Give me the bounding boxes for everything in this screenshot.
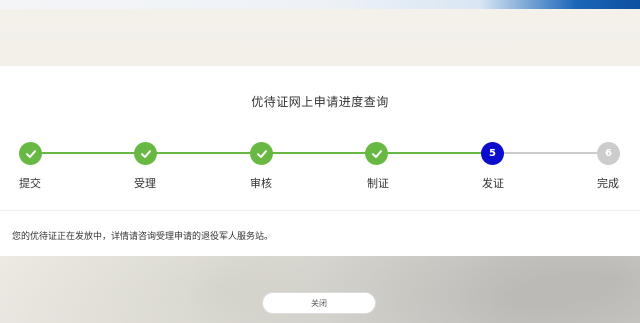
divider bbox=[0, 210, 640, 211]
step-connector bbox=[261, 152, 376, 154]
step-connector bbox=[30, 152, 146, 154]
step-node-submit bbox=[19, 142, 42, 165]
progress-panel: 优待证网上申请进度查询 5 6 提交 受理 审核 制证 发证 完成 您的优待证正… bbox=[0, 66, 640, 256]
step-label-issue: 发证 bbox=[482, 177, 504, 190]
step-node-produce bbox=[365, 142, 388, 165]
step-node-accept bbox=[134, 142, 157, 165]
check-icon bbox=[256, 149, 267, 158]
check-icon bbox=[140, 149, 151, 158]
check-icon bbox=[25, 149, 36, 158]
step-node-issue: 5 bbox=[481, 142, 504, 165]
step-node-review bbox=[250, 142, 273, 165]
step-connector bbox=[146, 152, 261, 154]
page-title: 优待证网上申请进度查询 bbox=[251, 95, 389, 109]
step-node-complete: 6 bbox=[597, 142, 620, 165]
step-label-produce: 制证 bbox=[367, 177, 389, 190]
step-connector bbox=[376, 152, 492, 154]
step-label-submit: 提交 bbox=[19, 177, 41, 190]
step-label-review: 审核 bbox=[250, 177, 272, 190]
top-banner bbox=[0, 0, 640, 9]
status-message: 您的优待证正在发放中，详情请咨询受理申请的退役军人服务站。 bbox=[12, 232, 274, 242]
progress-steps: 5 6 提交 受理 审核 制证 发证 完成 bbox=[0, 142, 640, 192]
step-connector bbox=[492, 152, 608, 154]
step-label-accept: 受理 bbox=[134, 177, 156, 190]
close-button[interactable]: 关闭 bbox=[262, 292, 376, 314]
step-label-complete: 完成 bbox=[597, 177, 619, 190]
check-icon bbox=[371, 149, 382, 158]
